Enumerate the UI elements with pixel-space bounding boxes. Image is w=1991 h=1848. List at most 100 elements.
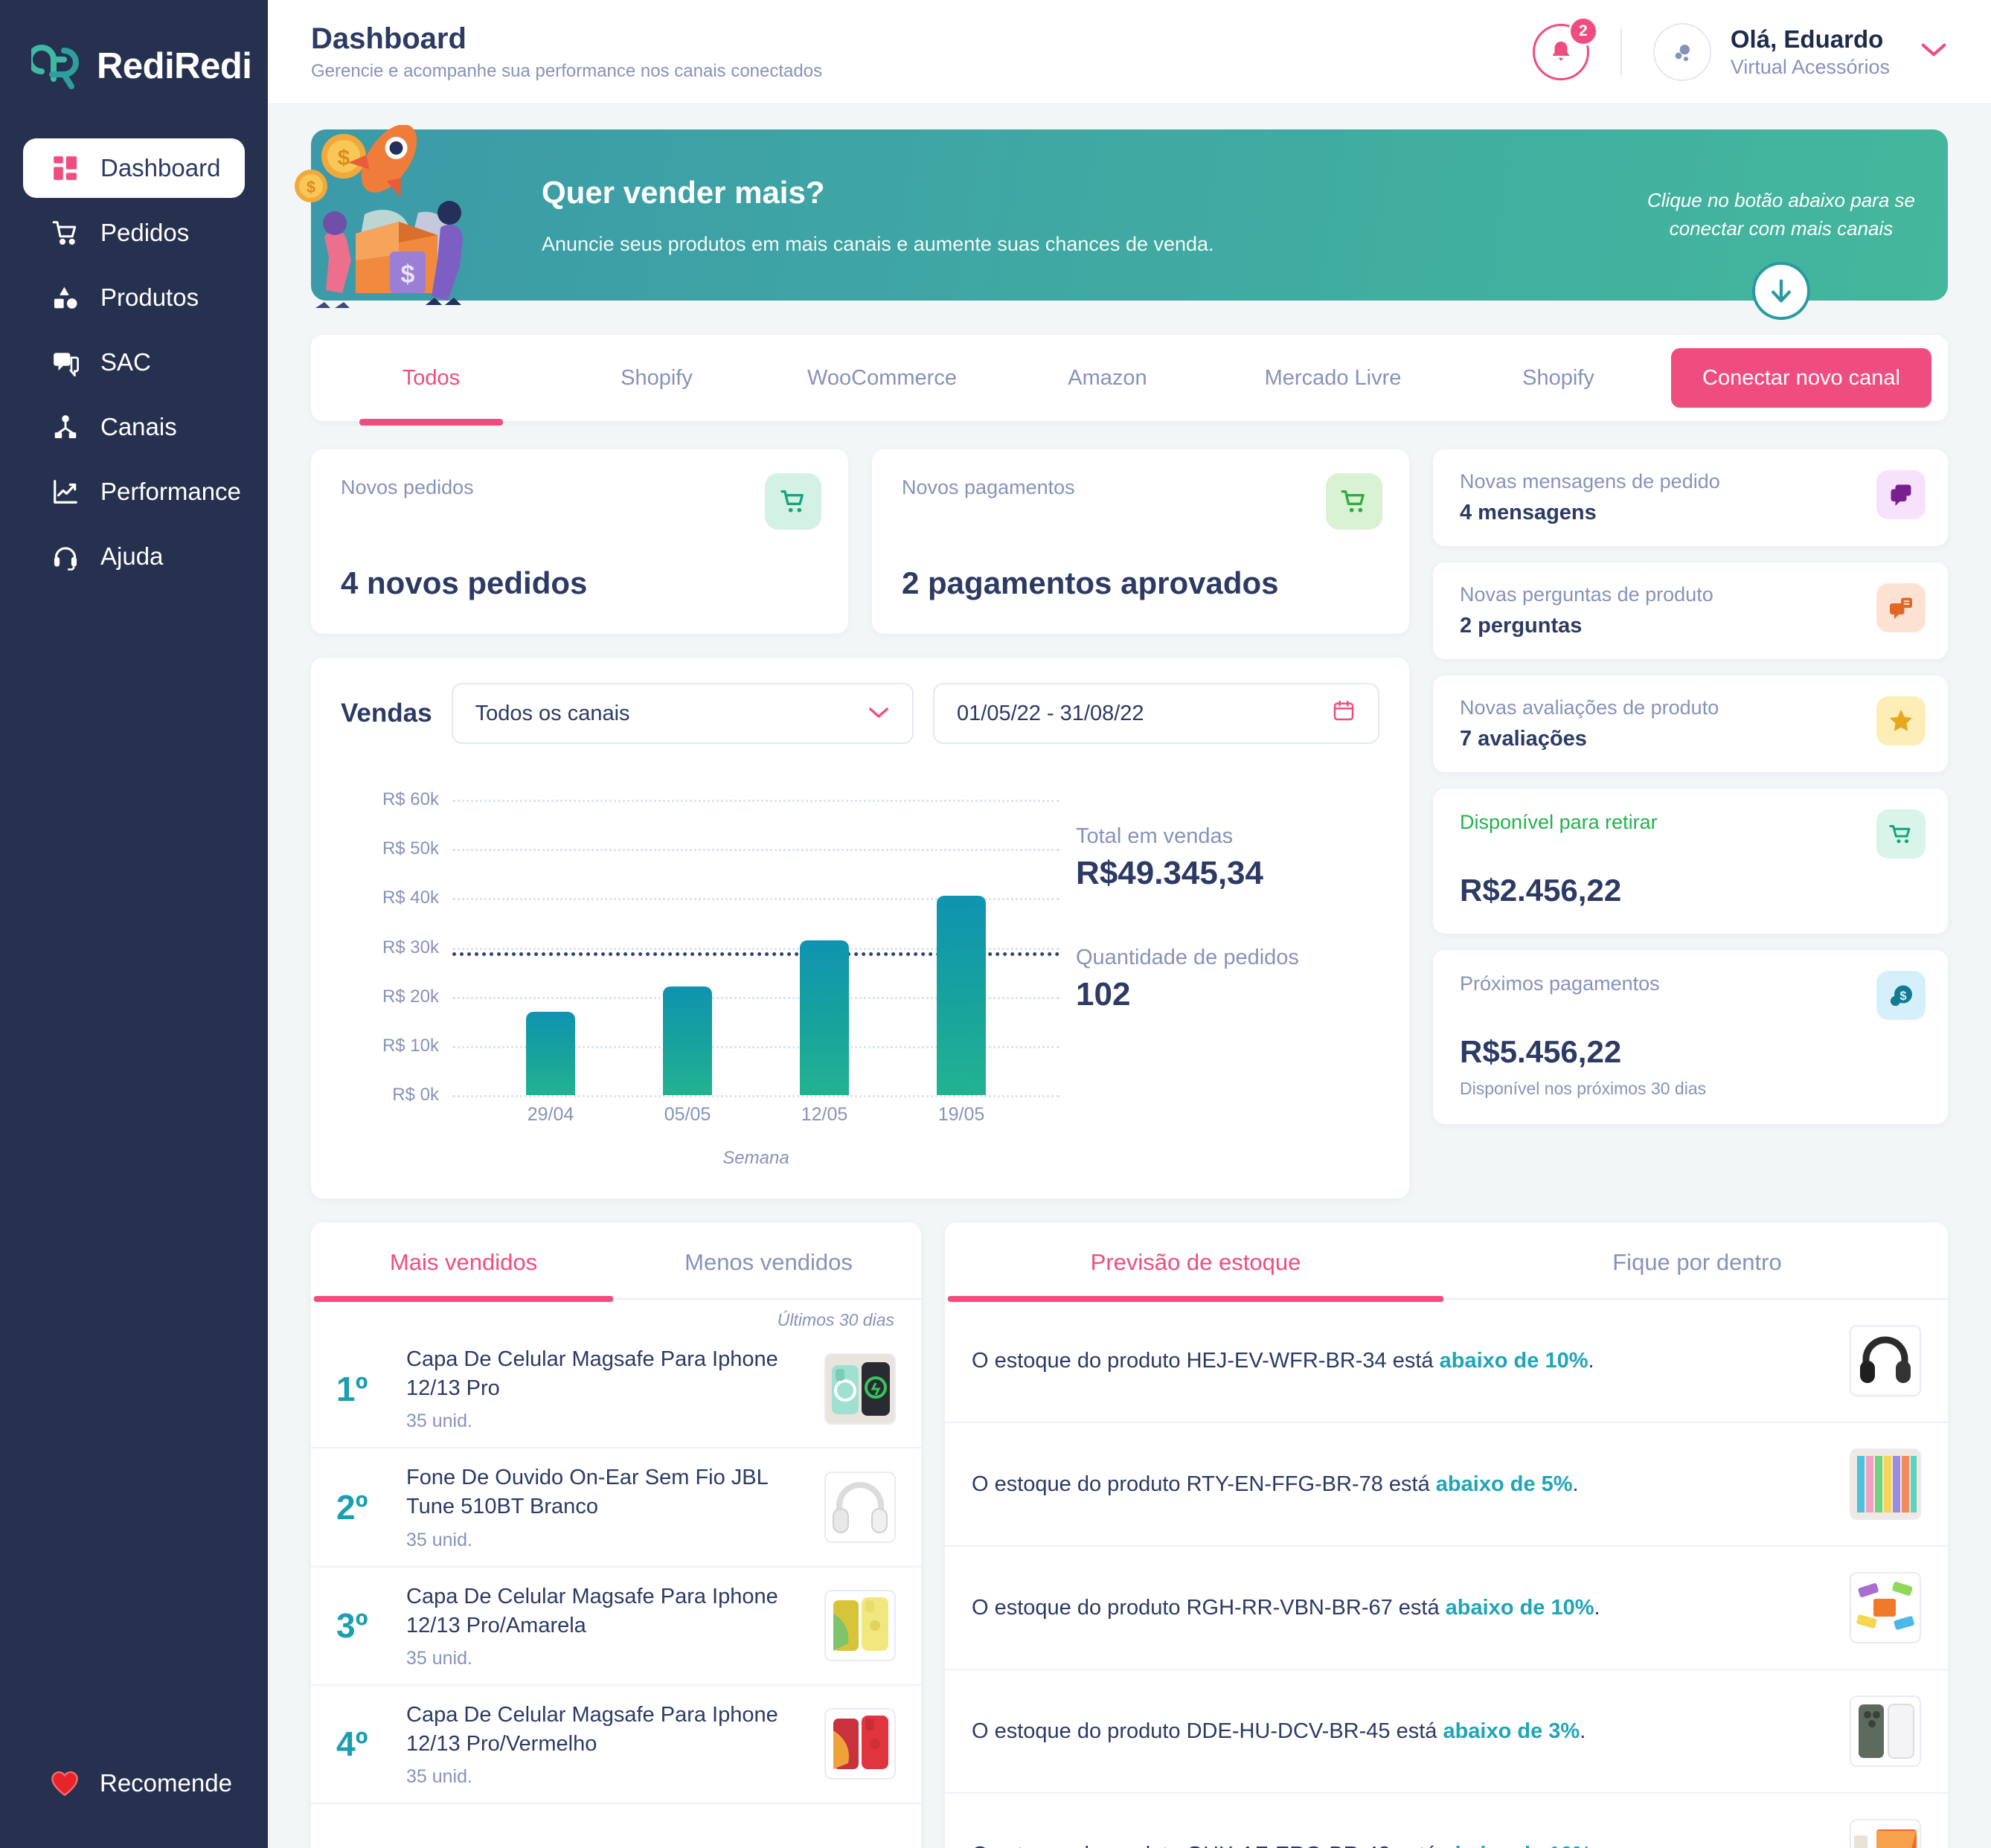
channel-tab-shopify-2[interactable]: Shopify: [1446, 335, 1671, 421]
banner-description: Anuncie seus produtos em mais canais e a…: [542, 232, 1214, 255]
tab-mais-vendidos[interactable]: Mais vendidos: [311, 1222, 616, 1302]
channel-tab-shopify-1[interactable]: Shopify: [544, 335, 769, 421]
sidebar-item-ajuda[interactable]: Ajuda: [23, 527, 245, 586]
content-scroll: $ $ $ Quer vender mais? Anuncie seus pro…: [268, 104, 1991, 1848]
tab-previsao-estoque[interactable]: Previsão de estoque: [945, 1222, 1446, 1302]
chart-y-tick: R$ 0k: [392, 1085, 439, 1105]
cart-icon: [50, 217, 81, 248]
sidebar-item-pedidos[interactable]: Pedidos: [23, 203, 245, 263]
list-item[interactable]: O estoque do produto GHX-AF-ERG-BR-42 es…: [945, 1794, 1948, 1848]
chart-x-axis: 29/04 05/05 12/05 19/05: [452, 1104, 1059, 1126]
list-item[interactable]: O estoque do produto HEJ-EV-WFR-BR-34 es…: [945, 1300, 1948, 1423]
channel-tab-amazon[interactable]: Amazon: [995, 335, 1220, 421]
notifications-button[interactable]: 2: [1532, 16, 1598, 80]
cart-icon: [1876, 809, 1926, 859]
headset-icon: [50, 541, 81, 572]
sidebar-item-produtos[interactable]: Produtos: [23, 268, 245, 327]
chart-bar[interactable]: [526, 1011, 575, 1095]
chat-icon: [50, 347, 81, 378]
sidebar-nav: Dashboard Pedidos Produtos SAC Canais Pe…: [0, 138, 268, 586]
product-rank: 2º: [336, 1487, 368, 1527]
upcoming-value: R$5.456,22: [1460, 1034, 1622, 1069]
channel-tab-label: Mercado Livre: [1264, 365, 1402, 390]
product-thumbnail: [1850, 1448, 1921, 1520]
tab-menos-vendidos[interactable]: Menos vendidos: [616, 1222, 921, 1298]
product-thumbnail: [824, 1590, 896, 1662]
sidebar-item-canais[interactable]: Canais: [23, 397, 245, 457]
note-label: Novas perguntas de produto: [1460, 583, 1713, 606]
note-value: 4 mensagens: [1460, 501, 1597, 524]
chart-bar-column[interactable]: [517, 775, 584, 1095]
product-thumbnail: [824, 1353, 896, 1425]
brand-name: RediRedi: [97, 46, 252, 86]
sidebar-item-performance[interactable]: Performance: [23, 462, 245, 522]
date-range-picker[interactable]: 01/05/22 - 31/08/22: [933, 683, 1379, 744]
card-disponivel-retirar[interactable]: Disponível para retirar R$2.456,22: [1433, 789, 1948, 934]
chevron-down-icon[interactable]: [1920, 41, 1948, 62]
sales-card: Vendas Todos os canais 01/05/22 - 31/08/…: [311, 658, 1409, 1199]
chart-bar-column[interactable]: [928, 775, 995, 1095]
svg-text:$: $: [307, 178, 315, 196]
list-item[interactable]: 4º Capa De Celular Magsafe Para Iphone 1…: [311, 1686, 921, 1805]
sidebar-item-label: Ajuda: [100, 542, 164, 570]
sidebar-item-sac[interactable]: SAC: [23, 333, 245, 392]
note-card-avaliacoes[interactable]: Novas avaliações de produto 7 avaliações: [1433, 676, 1948, 772]
stock-highlight: abaixo de 10%: [1439, 1348, 1588, 1373]
stock-prefix: O estoque do produto RTY-EN-FFG-BR-78 es…: [972, 1472, 1436, 1496]
channel-tab-todos[interactable]: Todos: [318, 335, 544, 426]
dashboard-grid: Novos pedidos 4 novos pedidos Novos paga…: [311, 449, 1948, 1199]
sidebar-item-label: Produtos: [100, 283, 199, 311]
sidebar-item-label: Performance: [100, 478, 241, 505]
chart-gridline: [452, 1095, 1059, 1097]
list-item[interactable]: O estoque do produto RGH-RR-VBN-BR-67 es…: [945, 1547, 1948, 1670]
topbar: Dashboard Gerencie e acompanhe sua perfo…: [268, 0, 1991, 104]
page-title: Dashboard: [311, 22, 467, 55]
stat-card-novos-pedidos[interactable]: Novos pedidos 4 novos pedidos: [311, 449, 848, 634]
chart-y-tick: R$ 30k: [382, 937, 439, 957]
list-item[interactable]: 1º Capa De Celular Magsafe Para Iphone 1…: [311, 1330, 921, 1449]
available-label: Disponível para retirar: [1460, 811, 1658, 833]
chart-bar-column[interactable]: [791, 775, 858, 1095]
promo-banner: $ $ $ Quer vender mais? Anuncie seus pro…: [295, 125, 1948, 320]
star-icon: [1876, 696, 1926, 745]
sales-header: Vendas Todos os canais 01/05/22 - 31/08/…: [341, 683, 1379, 744]
chart-line-icon: [50, 476, 81, 507]
chart-bar[interactable]: [663, 986, 712, 1095]
topbar-divider: [1620, 27, 1622, 77]
chart-y-tick: R$ 20k: [382, 986, 439, 1007]
list-item[interactable]: 3º Capa De Celular Magsafe Para Iphone 1…: [311, 1568, 921, 1686]
sidebar-item-label: SAC: [100, 348, 151, 376]
list-item[interactable]: O estoque do produto RTY-EN-FFG-BR-78 es…: [945, 1423, 1948, 1547]
product-thumbnail: [1850, 1819, 1921, 1848]
card-proximos-pagamentos[interactable]: Próximos pagamentos R$5.456,22 Disponíve…: [1433, 950, 1948, 1124]
stat-card-novos-pagamentos[interactable]: Novos pagamentos 2 pagamentos aprovados: [872, 449, 1409, 634]
channel-select[interactable]: Todos os canais: [451, 683, 914, 744]
list-item[interactable]: O estoque do produto DDE-HU-DCV-BR-45 es…: [945, 1670, 1948, 1794]
totals-gap: [1076, 892, 1379, 946]
list-item[interactable]: 2º Fone De Ouvido On-Ear Sem Fio JBL Tun…: [311, 1448, 921, 1568]
note-card-perguntas[interactable]: Novas perguntas de produto 2 perguntas: [1433, 562, 1948, 659]
chart-bar[interactable]: [937, 896, 986, 1095]
stock-highlight: abaixo de 5%: [1435, 1472, 1573, 1496]
arrow-down-icon[interactable]: [1752, 262, 1810, 320]
chart-bar[interactable]: [800, 940, 849, 1095]
chart-y-tick: R$ 60k: [382, 789, 439, 810]
orders-count-label: Quantidade de pedidos: [1076, 946, 1299, 969]
total-sales-label: Total em vendas: [1076, 824, 1234, 848]
avatar[interactable]: [1652, 22, 1711, 81]
sidebar-item-recomende[interactable]: Recomende: [0, 1768, 268, 1848]
connect-new-channel-button[interactable]: Conectar novo canal: [1671, 348, 1931, 408]
grid-icon: [50, 153, 81, 184]
channel-tab-woocommerce[interactable]: WooCommerce: [769, 335, 995, 421]
user-info[interactable]: Olá, Eduardo Virtual Acessórios: [1731, 25, 1890, 79]
channel-tab-mercado-livre[interactable]: Mercado Livre: [1220, 335, 1446, 421]
note-card-mensagens[interactable]: Novas mensagens de pedido 4 mensagens: [1433, 449, 1948, 546]
stat-label: Novos pagamentos: [902, 476, 1075, 498]
banner-text: Quer vender mais? Anuncie seus produtos …: [534, 129, 1628, 301]
stock-prefix: O estoque do produto GHX-AF-ERG-BR-42 es…: [972, 1843, 1443, 1848]
sidebar-item-dashboard[interactable]: Dashboard: [23, 138, 245, 198]
chart-bar-column[interactable]: [654, 775, 721, 1095]
tab-fique-por-dentro[interactable]: Fique por dentro: [1446, 1222, 1948, 1298]
chart-plot: [452, 775, 1059, 1097]
sales-body: R$ 0k R$ 10k R$ 20k R$ 30k R$ 40k R$ 50k R$ 60…: [341, 775, 1379, 1169]
